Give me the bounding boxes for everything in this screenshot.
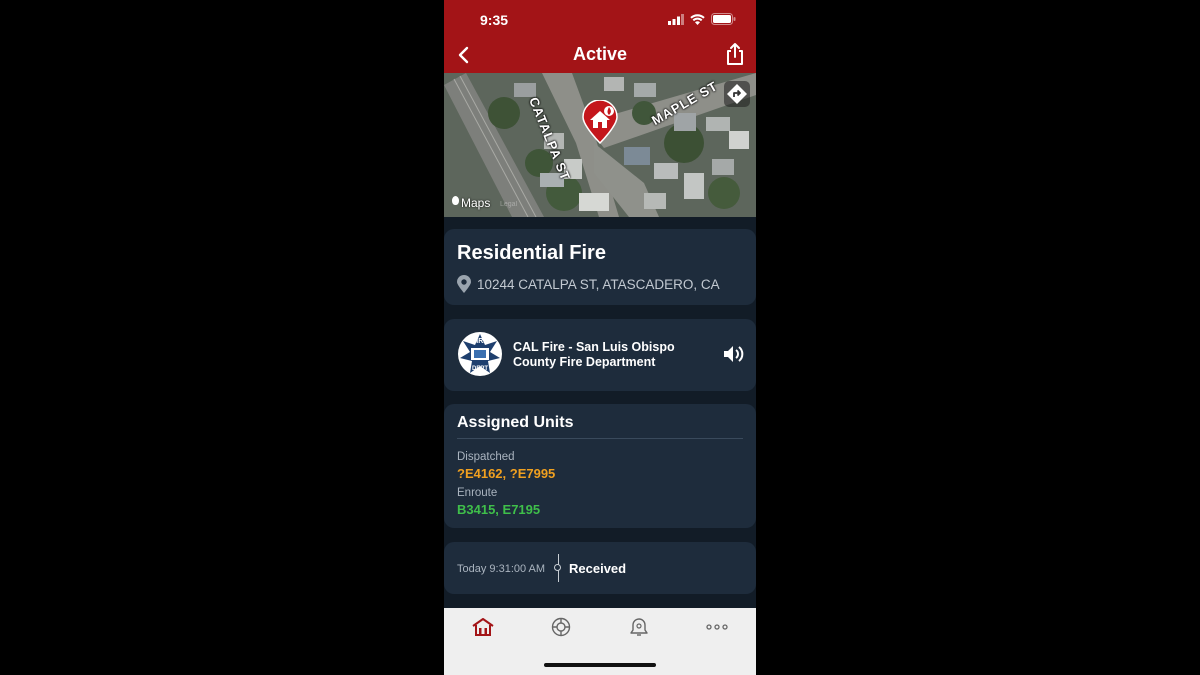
incident-card: Residential Fire 10244 CATALPA ST, ATASC… [444, 229, 756, 305]
incident-pin-icon[interactable] [581, 100, 619, 144]
assigned-units-card: Assigned Units Dispatched ?E4162, ?E7995… [444, 404, 756, 528]
department-name: CAL Fire - San Luis Obispo County Fire D… [513, 340, 675, 369]
phone-screen: 9:35 Active CATALPA ST MAPLE ST Maps Leg… [444, 0, 756, 675]
enroute-units: B3415, E7195 [457, 502, 541, 517]
alerts-icon [630, 618, 648, 636]
status-time: 9:35 [480, 12, 509, 28]
fire-dept-logo: FIRE DEPT [458, 332, 502, 376]
directions-icon [727, 84, 747, 104]
page-title: Active [572, 44, 628, 64]
speaker-icon[interactable] [722, 344, 744, 364]
maps-attribution[interactable]: Maps [461, 196, 490, 210]
share-icon[interactable] [724, 42, 746, 66]
home-icon [472, 618, 494, 636]
home-indicator[interactable] [544, 663, 656, 667]
directions-button[interactable] [724, 81, 750, 107]
enroute-label: Enroute [457, 487, 498, 499]
incident-map[interactable]: CATALPA ST MAPLE ST Maps Legal [444, 73, 756, 217]
divider [457, 438, 743, 439]
location-pin-icon [457, 275, 471, 293]
battery-icon [711, 13, 736, 25]
header: 9:35 Active [444, 0, 756, 73]
signal-icon [668, 13, 684, 25]
assigned-units-title: Assigned Units [457, 414, 574, 431]
tab-department[interactable] [548, 616, 574, 638]
dispatched-units: ?E4162, ?E7995 [457, 466, 556, 481]
incident-address[interactable]: 10244 CATALPA ST, ATASCADERO, CA [477, 277, 720, 292]
logo-text-top: FIRE [472, 338, 488, 345]
timeline-dot [554, 564, 561, 571]
dispatched-label: Dispatched [457, 451, 515, 463]
department-card: FIRE DEPT CAL Fire - San Luis Obispo Cou… [444, 319, 756, 391]
apple-logo-icon [452, 196, 459, 205]
wifi-icon [690, 13, 705, 25]
timeline-event: Received [569, 561, 627, 576]
tab-home[interactable] [470, 616, 496, 638]
incident-title: Residential Fire [457, 242, 606, 264]
map-legal-link[interactable]: Legal [500, 201, 517, 208]
status-icons [668, 13, 736, 25]
timeline-card: Today 9:31:00 AM Received [444, 542, 756, 594]
logo-text-bottom: DEPT [472, 366, 488, 372]
more-icon [706, 624, 728, 630]
timeline-time: Today 9:31:00 AM [457, 563, 546, 575]
fire-department-icon [551, 617, 571, 637]
tab-more[interactable] [704, 616, 730, 638]
tab-alerts[interactable] [626, 616, 652, 638]
